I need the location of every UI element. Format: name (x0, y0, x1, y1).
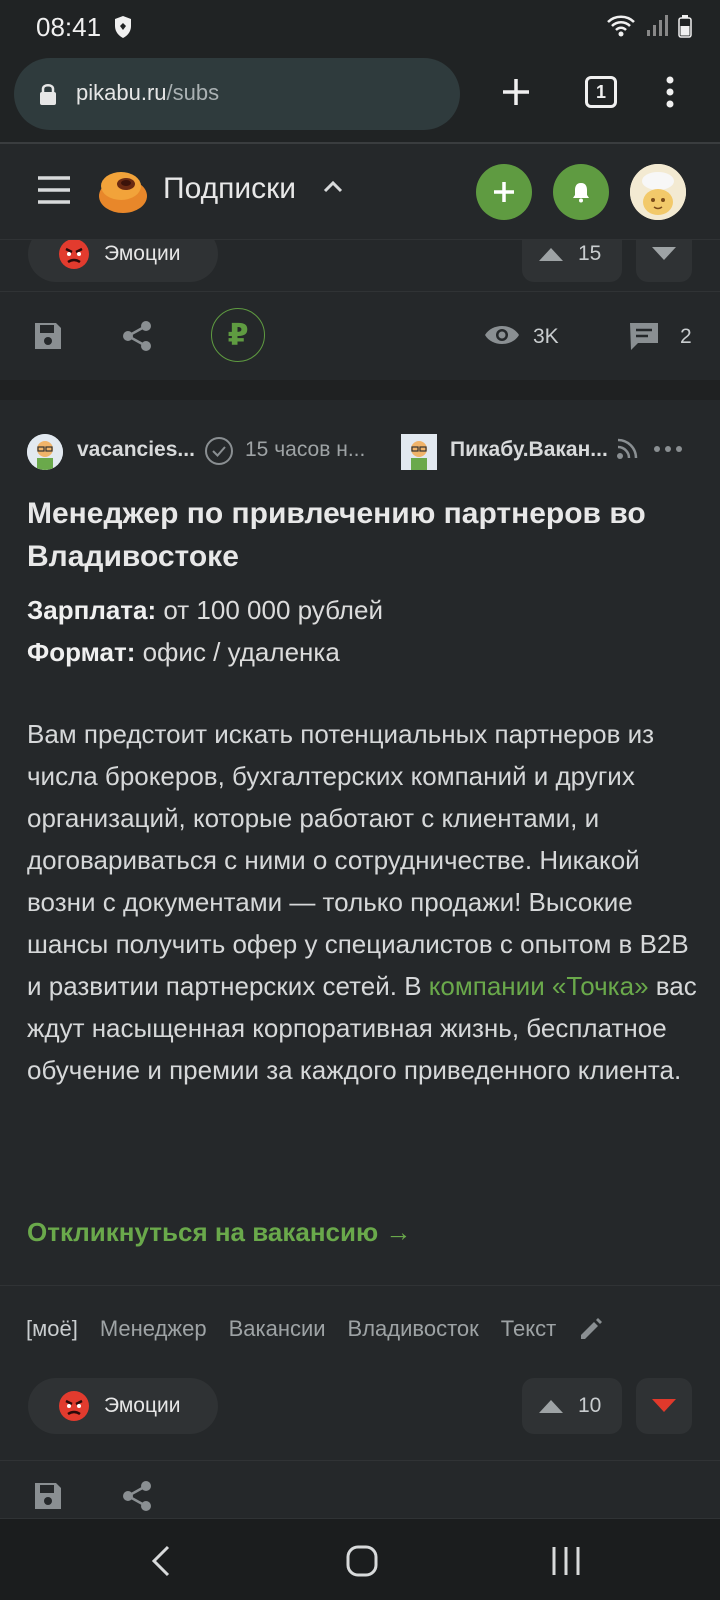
url-text: pikabu.ru/subs (76, 80, 219, 106)
status-bar: 08:41 (0, 0, 720, 54)
angry-emoji-icon (59, 1391, 89, 1421)
verified-check-icon (205, 437, 233, 465)
divider (0, 1285, 720, 1286)
author-name[interactable]: vacancies... (77, 438, 195, 462)
shield-icon (115, 16, 131, 38)
prev-post-actions: ₽ 3K 2 (0, 298, 720, 378)
browser-toolbar: pikabu.ru/subs 1 (0, 54, 720, 144)
angry-emoji-icon (59, 240, 89, 269)
vote-count: 10 (578, 1394, 602, 1417)
post-separator (0, 380, 720, 400)
recent-apps-icon[interactable] (546, 1541, 586, 1581)
salary-value: от 100 000 рублей (156, 595, 383, 625)
upvote-arrow-icon (539, 248, 563, 261)
system-icons (606, 14, 692, 38)
add-post-button[interactable] (476, 164, 532, 220)
tag-item[interactable]: Владивосток (348, 1316, 479, 1342)
tag-item[interactable]: Менеджер (100, 1316, 207, 1342)
salary-label: Зарплата: (27, 595, 157, 625)
tag-mine[interactable]: [моё] (26, 1316, 78, 1342)
user-avatar[interactable] (630, 164, 686, 220)
more-vert-icon (666, 76, 674, 108)
community-avatar[interactable] (401, 434, 437, 470)
downvote-arrow-icon (652, 1399, 676, 1412)
notifications-button[interactable] (553, 164, 609, 220)
menu-icon[interactable] (36, 172, 72, 208)
address-bar[interactable]: pikabu.ru/subs (14, 58, 460, 130)
save-icon[interactable] (32, 1480, 64, 1512)
lock-icon (40, 84, 56, 105)
browser-menu-button[interactable] (646, 68, 694, 116)
bell-icon (573, 183, 589, 203)
company-link[interactable]: компании «Точка» (429, 971, 649, 1001)
system-nav-bar (0, 1518, 720, 1600)
rss-icon[interactable] (616, 438, 638, 460)
downvote-button[interactable] (636, 240, 692, 282)
share-icon[interactable] (122, 1480, 152, 1512)
edit-pencil-icon[interactable] (578, 1316, 604, 1342)
avatar-image (27, 434, 63, 470)
eye-icon (485, 326, 519, 344)
new-tab-button[interactable] (492, 68, 540, 116)
tag-item[interactable]: Текст (501, 1316, 556, 1342)
post-meta: vacancies... 15 часов н... Пикабу.Вакан.… (0, 428, 720, 476)
pikabu-logo-icon[interactable] (96, 166, 150, 216)
upvote-arrow-icon (539, 1400, 563, 1413)
views-count: 3K (533, 325, 559, 348)
divider (0, 1460, 720, 1461)
tab-count: 1 (595, 81, 606, 102)
tag-list: [моё] Менеджер Вакансии Владивосток Текс… (26, 1316, 604, 1342)
home-icon[interactable] (342, 1541, 382, 1581)
tag-item[interactable]: Вакансии (229, 1316, 326, 1342)
more-horiz-icon[interactable] (653, 438, 683, 460)
wifi-icon (607, 15, 635, 37)
emotions-button[interactable]: Эмоции (28, 240, 218, 282)
avatar-image (630, 164, 686, 220)
prev-post-reactions: Эмоции 15 (0, 240, 720, 292)
format-line: Формат: офис / удаленка (27, 637, 340, 668)
comments-icon[interactable] (628, 320, 660, 352)
back-icon[interactable] (142, 1541, 182, 1581)
save-icon[interactable] (32, 320, 64, 352)
signal-icon (647, 15, 668, 36)
ruble-icon: ₽ (227, 318, 249, 352)
post-title[interactable]: Менеджер по привлечению партнеров во Вла… (27, 492, 687, 578)
emotions-label: Эмоции (104, 242, 181, 265)
tab-count-box: 1 (585, 76, 617, 108)
status-time: 08:41 (36, 12, 102, 42)
emotions-label: Эмоции (104, 1394, 181, 1417)
battery-icon (678, 15, 692, 38)
tab-switcher-button[interactable]: 1 (577, 68, 625, 116)
author-avatar[interactable] (27, 434, 63, 470)
post-time: 15 часов н... (245, 438, 366, 461)
chevron-up-icon[interactable] (322, 178, 344, 194)
emotions-button[interactable]: Эмоции (28, 1378, 218, 1434)
upvote-button[interactable]: 10 (522, 1378, 622, 1434)
downvote-button[interactable] (636, 1378, 692, 1434)
page-title[interactable]: Подписки (163, 172, 296, 206)
vote-count: 15 (578, 242, 602, 265)
share-icon[interactable] (122, 320, 152, 352)
format-label: Формат: (27, 637, 136, 667)
app-header: Подписки (0, 144, 720, 240)
post-body: Вам предстоит искать потенциальных партн… (27, 713, 707, 1091)
avatar-image (401, 434, 437, 470)
upvote-button[interactable]: 15 (522, 240, 622, 282)
salary-line: Зарплата: от 100 000 рублей (27, 595, 383, 626)
plus-icon (494, 182, 514, 202)
url-host: pikabu.ru (76, 80, 167, 105)
donate-button[interactable]: ₽ (211, 308, 265, 362)
apply-link[interactable]: Откликнуться на вакансию → (27, 1217, 411, 1248)
format-value: офис / удаленка (135, 637, 340, 667)
plus-icon (503, 79, 529, 105)
post-body-text-1: Вам предстоит искать потенциальных партн… (27, 719, 689, 1001)
downvote-arrow-icon (652, 247, 676, 260)
community-name[interactable]: Пикабу.Вакан... (450, 438, 608, 462)
comments-count: 2 (680, 325, 692, 348)
url-path: /subs (166, 80, 220, 105)
